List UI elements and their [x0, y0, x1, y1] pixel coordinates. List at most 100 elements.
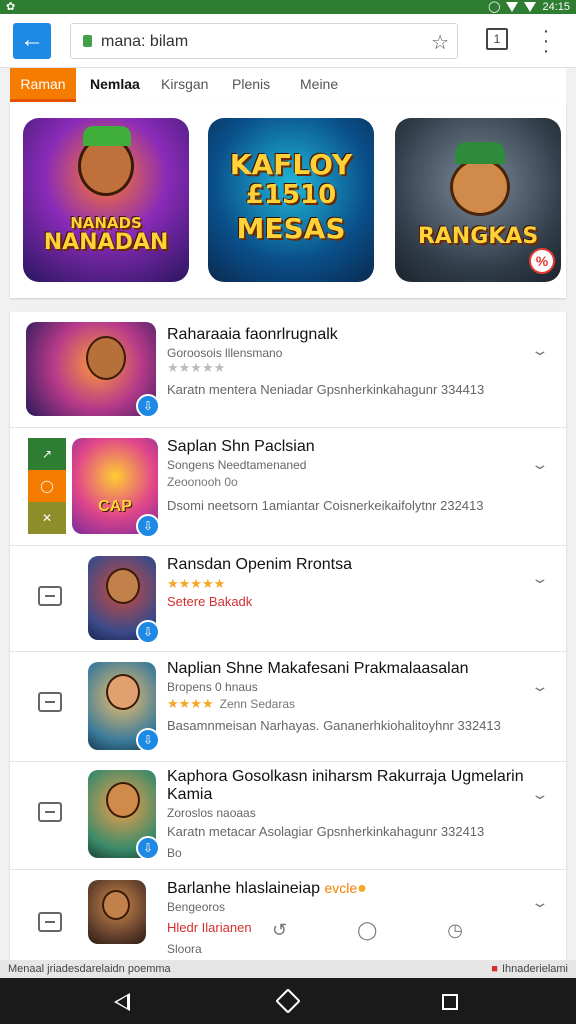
bottom-right-text: Ihnaderielami [501, 963, 568, 975]
tab-kirsgan[interactable]: Kirsgan [155, 68, 214, 102]
list-item[interactable]: Barlanhe hlaslaineiap evcle● Bengeoros H… [10, 870, 566, 960]
character-art [106, 674, 140, 710]
featured-subtitle: MESAS [236, 212, 346, 245]
tab-nemlaa[interactable]: Nemlaa [84, 68, 146, 102]
star-outline-icon[interactable]: ☆ [431, 30, 449, 55]
tabs-count: 1 [493, 32, 501, 46]
character-art [86, 336, 126, 380]
bottom-right: ■ Ihnaderielami [491, 960, 568, 978]
nav-back-icon[interactable] [114, 993, 130, 1011]
character-art [106, 782, 140, 818]
hat-art [83, 126, 131, 146]
title-tag: evcle [324, 880, 358, 896]
list-item[interactable]: ⇩ Naplian Shne Makafesani Prakmalaasalan… [10, 652, 566, 762]
rating-stars: ★★★★★ [167, 360, 226, 375]
chevron-down-icon[interactable]: ⌄ [531, 894, 550, 911]
thumbnail-logo: CAP [98, 498, 132, 515]
featured-extra: £1510 [245, 180, 337, 210]
lock-icon [83, 35, 92, 47]
featured-carousel: NANADS NANADAN KAFLOY £1510 MESAS RANGKA… [10, 104, 566, 298]
chevron-down-icon[interactable]: ⌄ [531, 786, 550, 803]
character-art [102, 890, 130, 920]
list-item[interactable]: ⇩ Ransdan Openim Rrontsa ★★★★★ Setere Ba… [10, 546, 566, 652]
app-subtitle: Zoroslos naoaas [167, 806, 256, 820]
rating-stars: ★★★★★ [167, 576, 226, 591]
category-tabs: Raman Nemlaa Kirsgan Plenis Meine [10, 68, 566, 104]
strip-block: ✕ [28, 502, 66, 534]
featured-game-2[interactable]: KAFLOY £1510 MESAS [208, 118, 374, 282]
hat-art [455, 142, 505, 164]
app-title: Kaphora Gosolkasn iniharsm Rakurraja Ugm… [167, 768, 524, 785]
vertical-dots-icon[interactable]: · · · [538, 21, 554, 61]
app-rating: ★★★★★ [167, 576, 225, 592]
clock-icon[interactable]: ◷ [447, 920, 463, 941]
tab-meine[interactable]: Meine [294, 68, 344, 102]
circle-icon[interactable]: ◯ [357, 920, 377, 941]
bottom-info-strip: Menaal jriadesdarelaidn poemma ■ Ihnaderi… [0, 960, 576, 978]
tab-plenis[interactable]: Plenis [226, 68, 276, 102]
url-bar[interactable]: mana: bilam ☆ [70, 23, 458, 59]
collapse-icon[interactable] [38, 912, 62, 932]
app-thumbnail [88, 880, 146, 944]
app-subtitle: Bengeoros [167, 900, 226, 914]
strip-block: ◯ [28, 470, 66, 502]
coin-icon: ● [357, 880, 367, 897]
collapse-icon[interactable] [38, 802, 62, 822]
app-subtitle: Bropens 0 hnaus [167, 680, 258, 694]
arrow-left-icon: ← [20, 26, 44, 53]
browser-toolbar: ← mana: bilam ☆ 1 · · · [0, 14, 576, 68]
sale-text: Hledr Ilarianen [167, 920, 252, 935]
list-item[interactable]: ⇩ Raharaaia faonrlrugnalk Goroosois llle… [10, 312, 566, 428]
system-nav-bar [0, 978, 576, 1024]
category-strip: ↗ ◯ ✕ [28, 438, 66, 534]
nav-home-icon[interactable] [275, 988, 301, 1014]
collapse-icon[interactable] [38, 586, 62, 606]
settings-icon: ✿ [6, 1, 16, 13]
back-button[interactable]: ← [13, 23, 51, 59]
app-description: Karatn mentera Neniadar Gpsnherkinkahagu… [167, 382, 485, 397]
app-rating: ★★★★ Zenn Sedaras [167, 696, 295, 712]
download-icon[interactable]: ⇩ [136, 620, 160, 644]
strip-block: ↗ [28, 438, 66, 470]
app-subtitle: Songens Needtamenaned [167, 458, 307, 472]
download-icon[interactable]: ⇩ [136, 394, 160, 418]
flag-icon: ■ [491, 963, 498, 975]
app-extra: Sloora [167, 942, 202, 956]
sale-text: Setere Bakadk [167, 594, 253, 609]
download-icon[interactable]: ⇩ [136, 514, 160, 538]
app-list: ⇩ Raharaaia faonrlrugnalk Goroosois llle… [10, 312, 566, 960]
featured-title: RANGKAS [417, 224, 539, 249]
nav-recents-icon[interactable] [442, 994, 458, 1010]
app-extra: Bo [167, 846, 182, 860]
rating-stars: ★★★★ [167, 696, 214, 711]
download-icon[interactable]: ⇩ [136, 836, 160, 860]
app-description: Dsomi neetsorn 1amiantar Coisnerkeikaifo… [167, 498, 484, 513]
download-icon[interactable]: ⇩ [136, 728, 160, 752]
character-art [106, 568, 140, 604]
tab-raman[interactable]: Raman [10, 68, 76, 102]
rating-note: Zenn Sedaras [219, 697, 296, 711]
featured-game-1[interactable]: NANADS NANADAN [23, 118, 189, 282]
app-title-line2: Kamia [167, 786, 213, 803]
status-bar: ✿ ◯ 24:15 [0, 0, 576, 14]
list-item[interactable]: ↗ ◯ ✕ CAP ⇩ Saplan Shn Paclsian Songens … [10, 428, 566, 546]
discount-badge: % [529, 248, 555, 274]
app-rating: ★★★★★ [167, 360, 225, 376]
chevron-down-icon[interactable]: ⌄ [531, 456, 550, 473]
collapse-icon[interactable] [38, 692, 62, 712]
featured-title: NANADAN [43, 230, 169, 255]
app-description: Karatn metacar Asolagiar Gpsnherkinkahag… [167, 824, 485, 839]
chevron-down-icon[interactable]: ⌄ [531, 678, 550, 695]
chevron-down-icon[interactable]: ⌄ [531, 570, 550, 587]
chevron-down-icon[interactable]: ⌄ [531, 342, 550, 359]
bottom-left-text: Menaal jriadesdarelaidn poemma [8, 963, 171, 975]
app-description: Basamnmeisan Narhayas. Gananerhkiohalito… [167, 718, 501, 733]
featured-title: KAFLOY [229, 148, 353, 181]
clock-text: 24:15 [542, 1, 570, 13]
app-title: Barlanhe hlaslaineiap evcle● [167, 880, 367, 898]
featured-game-3[interactable]: RANGKAS % [395, 118, 561, 282]
tabs-button[interactable]: 1 [486, 28, 508, 50]
app-title: Naplian Shne Makafesani Prakmalaasalan [167, 660, 469, 677]
refresh-icon[interactable]: ↺ [272, 920, 287, 941]
list-item[interactable]: ⇩ Kaphora Gosolkasn iniharsm Rakurraja U… [10, 762, 566, 870]
